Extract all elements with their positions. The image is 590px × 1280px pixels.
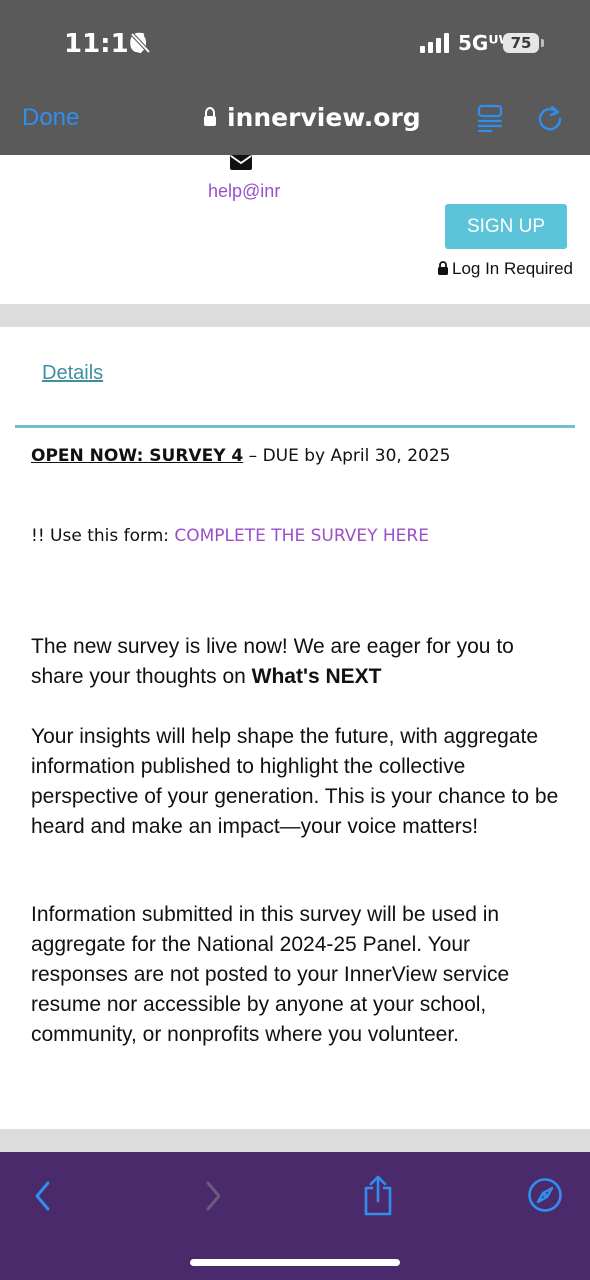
- section-divider: [0, 1129, 590, 1152]
- insights-paragraph: Your insights will help shape the future…: [31, 725, 559, 838]
- privacy-paragraph: Information submitted in this survey wil…: [31, 903, 510, 1046]
- done-button[interactable]: Done: [22, 104, 79, 132]
- login-required-text: Log In Required: [452, 259, 573, 278]
- use-form-prefix: !! Use this form:: [31, 526, 175, 546]
- share-icon[interactable]: [362, 1174, 394, 1216]
- help-email-link[interactable]: help@inr: [208, 181, 280, 202]
- tab-underline: [15, 425, 575, 428]
- section-divider: [0, 304, 590, 327]
- details-link[interactable]: Details: [42, 362, 103, 385]
- home-indicator: [190, 1259, 400, 1266]
- lock-icon: [438, 261, 448, 275]
- open-now-label: OPEN NOW: SURVEY 4: [31, 446, 244, 466]
- forward-arrow-icon[interactable]: [200, 1178, 226, 1214]
- battery-icon: 75: [503, 33, 539, 53]
- battery-nub: [541, 39, 544, 47]
- complete-survey-link[interactable]: COMPLETE THE SURVEY HERE: [174, 526, 429, 546]
- silent-bell-icon: [130, 32, 151, 54]
- intro-bold-text: What's NEXT: [251, 665, 382, 688]
- address-bar-url[interactable]: innerview.org: [227, 103, 421, 132]
- envelope-icon: [230, 155, 252, 170]
- lock-icon: [204, 107, 216, 126]
- compass-icon[interactable]: [527, 1177, 563, 1213]
- cellular-signal-icon: [420, 33, 449, 53]
- login-required-note: Log In Required: [437, 259, 573, 279]
- due-date-text: – DUE by April 30, 2025: [243, 446, 451, 466]
- reader-mode-icon[interactable]: [477, 104, 503, 132]
- reload-icon[interactable]: [536, 104, 564, 132]
- intro-paragraph: The new survey is live now! We are eager…: [31, 632, 571, 692]
- use-form-line: !! Use this form: COMPLETE THE SURVEY HE…: [31, 526, 429, 546]
- sign-up-button[interactable]: SIGN UP: [445, 204, 567, 249]
- back-arrow-icon[interactable]: [30, 1178, 56, 1214]
- survey-status-line: OPEN NOW: SURVEY 4 – DUE by April 30, 20…: [31, 446, 450, 466]
